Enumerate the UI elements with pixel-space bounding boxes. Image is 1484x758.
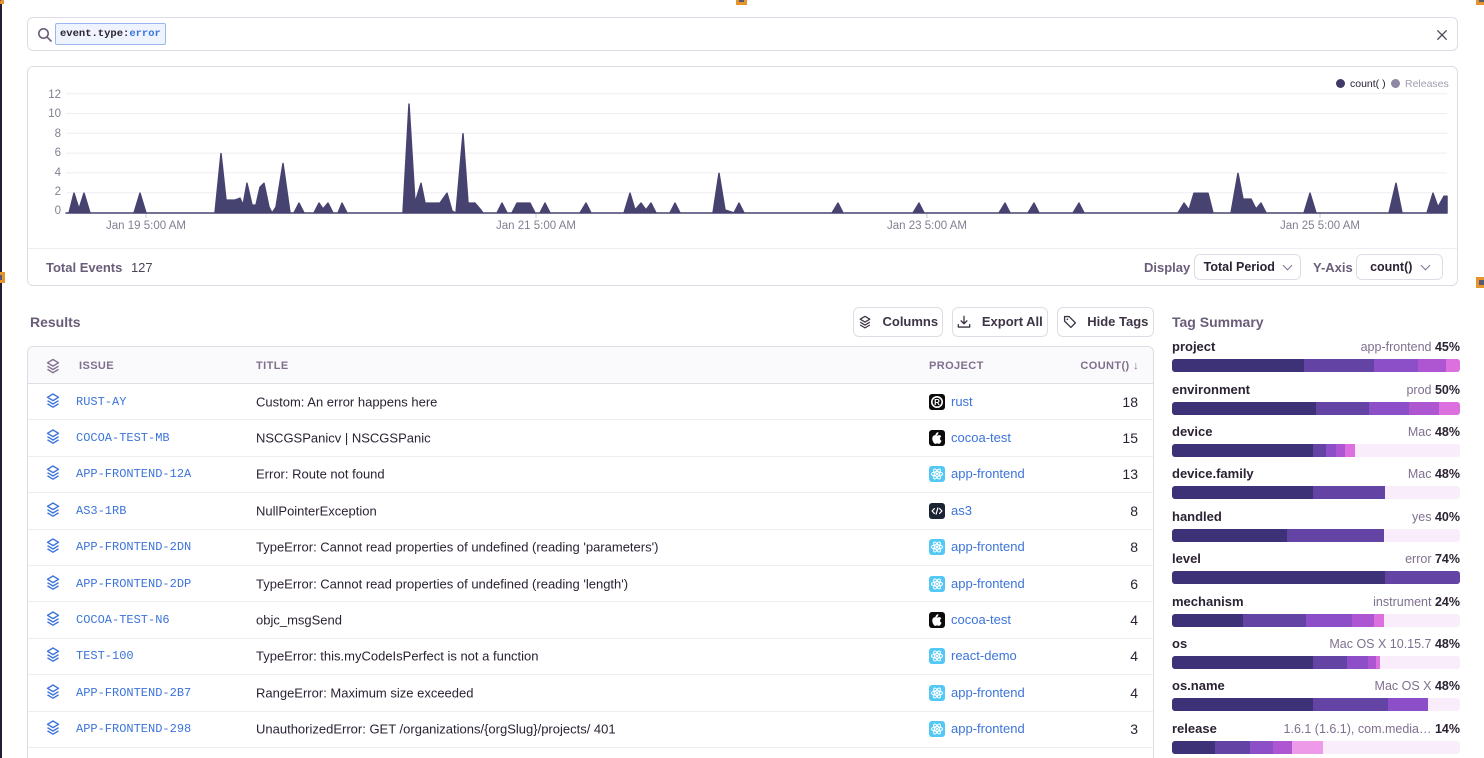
svg-text:R: R xyxy=(934,398,940,407)
